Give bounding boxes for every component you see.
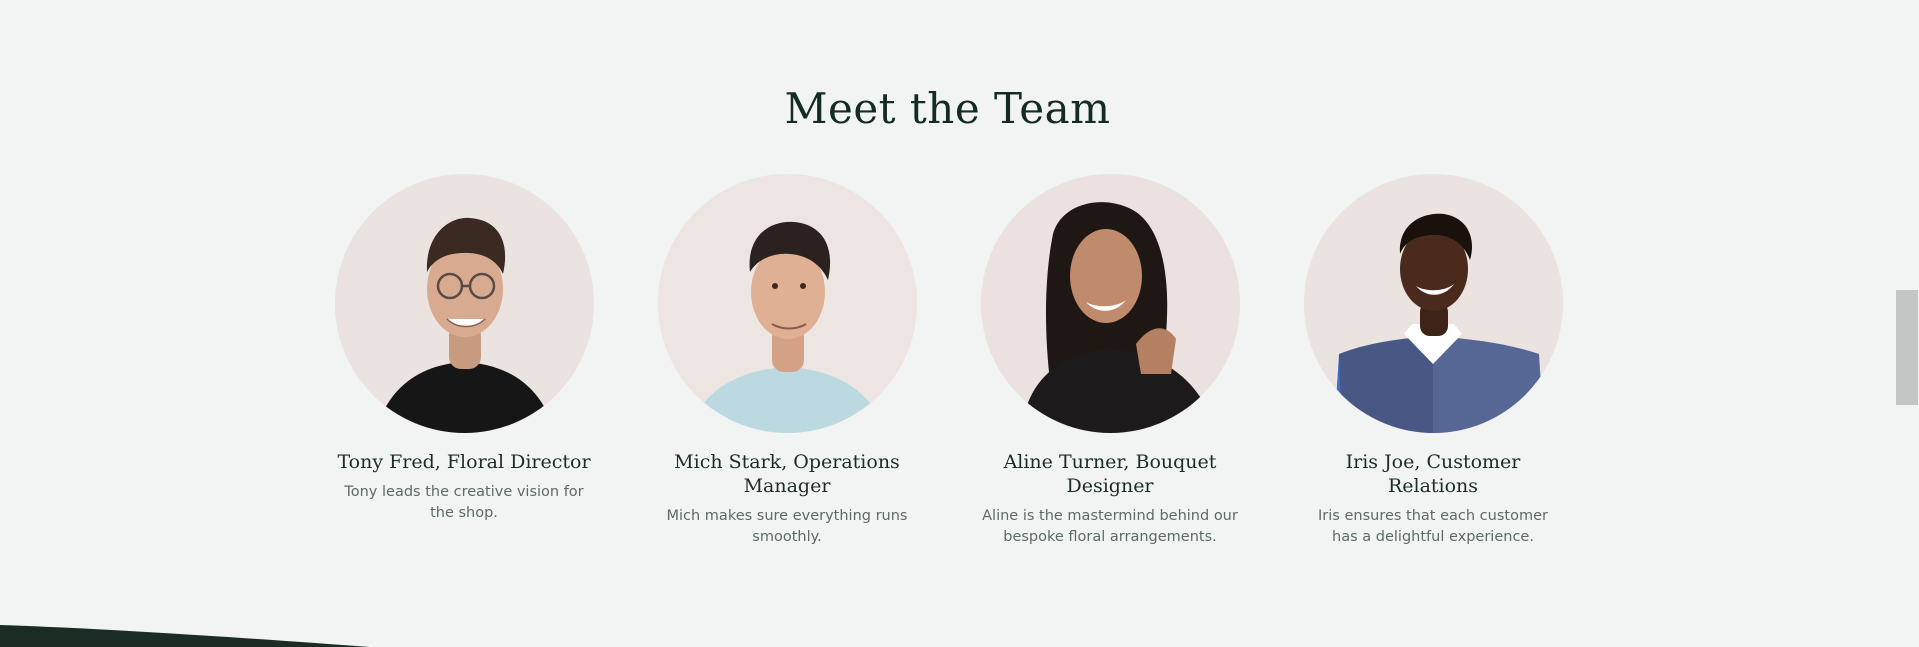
team-member-photo bbox=[1303, 174, 1563, 433]
team-member-photo bbox=[980, 174, 1240, 433]
scrollbar-thumb[interactable] bbox=[1896, 290, 1918, 405]
team-member-bio: Tony leads the creative vision for the s… bbox=[344, 484, 584, 521]
team-member-bio: Aline is the mastermind behind our bespo… bbox=[982, 508, 1238, 545]
team-member-name: Tony Fred, Floral Director bbox=[337, 451, 591, 473]
portrait-photo-icon bbox=[980, 174, 1240, 433]
team-member-name: Mich Stark, Operations Manager bbox=[674, 451, 900, 497]
portrait-photo-icon bbox=[1303, 174, 1563, 433]
team-member-card: Mich Stark, Operations Manager Mich make… bbox=[657, 174, 917, 548]
team-grid: Tony Fred, Floral Director Tony leads th… bbox=[334, 174, 1563, 554]
team-member-photo bbox=[657, 174, 917, 433]
team-section: Meet the Team Tony Fred, Floral Director… bbox=[0, 0, 1919, 647]
team-member-card: Aline Turner, Bouquet Designer Aline is … bbox=[980, 174, 1240, 548]
team-member-bio: Iris ensures that each customer has a de… bbox=[1318, 508, 1548, 545]
team-member-name: Iris Joe, Customer Relations bbox=[1345, 451, 1521, 497]
team-member-bio: Mich makes sure everything runs smoothly… bbox=[666, 508, 908, 545]
footer-wedge bbox=[0, 625, 370, 647]
team-member-photo bbox=[334, 174, 594, 433]
team-member-card: Iris Joe, Customer Relations Iris ensure… bbox=[1303, 174, 1563, 548]
portrait-photo-icon bbox=[334, 174, 594, 433]
portrait-photo-icon bbox=[657, 174, 917, 433]
team-member-card: Tony Fred, Floral Director Tony leads th… bbox=[334, 174, 594, 524]
section-title: Meet the Team bbox=[784, 84, 1111, 133]
team-member-name: Aline Turner, Bouquet Designer bbox=[1003, 451, 1217, 497]
